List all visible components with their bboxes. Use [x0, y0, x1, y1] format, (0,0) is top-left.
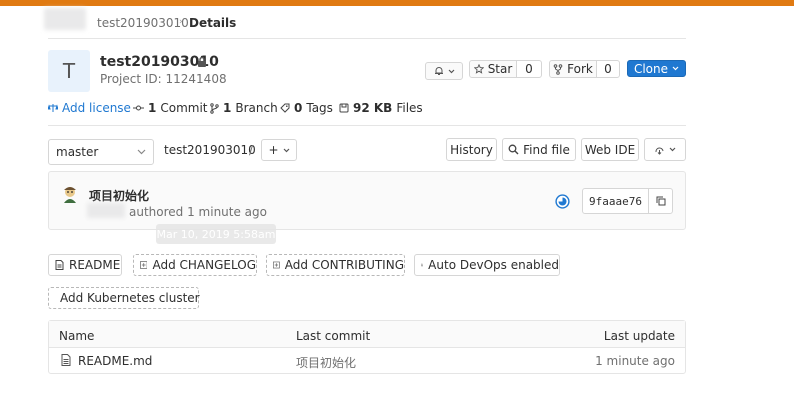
fork-count-value: 0 [604, 62, 612, 76]
commit-icon [133, 105, 144, 111]
clone-button[interactable]: Clone [627, 60, 686, 77]
history-label: History [450, 142, 493, 157]
tags-label: Tags [306, 101, 333, 115]
clone-label: Clone [633, 61, 669, 76]
fork-button[interactable]: Fork [549, 60, 597, 78]
chevron-down-icon [448, 69, 454, 73]
add-kubernetes-button[interactable]: Add Kubernetes cluster [48, 287, 200, 309]
project-avatar-letter: T [62, 59, 76, 83]
breadcrumb-current[interactable]: Details [189, 16, 236, 30]
commit-date-tooltip: Mar 10, 2019 5:58am [156, 224, 276, 244]
download-icon [655, 147, 664, 155]
copy-sha-button[interactable] [648, 188, 673, 214]
branches-count: 1 [223, 101, 232, 115]
branches-link[interactable]: 1 Branch [210, 101, 278, 115]
fork-count[interactable]: 0 [596, 60, 620, 78]
file-last-commit-link[interactable]: 项目初始化 [296, 354, 356, 371]
auto-devops-button[interactable]: Auto DevOps enabled [414, 254, 560, 276]
group-avatar-blurred[interactable] [44, 8, 86, 30]
commits-label: Commit [160, 101, 208, 115]
chevron-down-icon [672, 66, 679, 71]
add-contributing-button[interactable]: Add CONTRIBUTING [266, 254, 405, 276]
tag-icon [280, 103, 290, 113]
star-button[interactable]: Star [469, 60, 517, 78]
readme-label: README [69, 258, 121, 272]
repo-path-root[interactable]: test201903010 [164, 143, 256, 157]
download-dropdown[interactable] [644, 138, 686, 161]
add-changelog-button[interactable]: Add CHANGELOG [133, 254, 257, 276]
commit-author-blurred[interactable] [87, 203, 125, 218]
copy-icon [656, 196, 665, 206]
file-name-link[interactable]: README.md [78, 354, 152, 368]
plus-square-icon [140, 261, 148, 269]
add-license-label: Add license [62, 101, 131, 115]
branch-select[interactable]: master [48, 139, 154, 165]
fork-icon [553, 63, 563, 75]
find-file-button[interactable]: Find file [502, 138, 576, 161]
file-tree-table: Name Last commit Last update README.md 项… [48, 320, 686, 374]
project-id: Project ID: 11241408 [100, 72, 227, 86]
lock-icon [197, 56, 207, 68]
tags-count: 0 [294, 101, 303, 115]
commit-message[interactable]: 项目初始化 [89, 187, 149, 204]
column-header-last-commit: Last commit [296, 329, 371, 343]
file-last-update: 1 minute ago [595, 354, 675, 368]
web-ide-label: Web IDE [584, 142, 636, 157]
chevron-down-icon [669, 147, 676, 152]
history-button[interactable]: History [446, 138, 497, 161]
file-icon [61, 354, 71, 366]
add-file-label: + [268, 143, 279, 157]
file-icon [55, 260, 64, 270]
pipeline-status-icon[interactable] [555, 194, 570, 209]
files-label: Files [396, 101, 423, 115]
commit-date-tooltip-text: Mar 10, 2019 5:58am [156, 227, 276, 241]
commit-sha: 9faaae76 [589, 194, 642, 208]
add-kubernetes-label: Add Kubernetes cluster [60, 291, 200, 305]
add-changelog-label: Add CHANGELOG [152, 258, 256, 272]
repo-path-separator: / [249, 143, 254, 157]
star-count[interactable]: 0 [516, 60, 542, 78]
add-contributing-label: Add CONTRIBUTING [284, 258, 404, 272]
stats-divider [48, 125, 686, 126]
add-license-link[interactable]: Add license [48, 101, 131, 115]
readme-button[interactable]: README [48, 254, 122, 276]
chevron-down-icon [137, 149, 146, 155]
fork-label: Fork [567, 62, 593, 76]
branches-label: Branch [235, 101, 278, 115]
auto-devops-label: Auto DevOps enabled [428, 258, 559, 272]
project-avatar: T [48, 50, 90, 92]
file-icon [421, 263, 424, 267]
disk-icon [339, 103, 349, 113]
branch-icon [210, 102, 219, 114]
search-icon [508, 144, 519, 155]
web-ide-button[interactable]: Web IDE [581, 138, 639, 161]
breadcrumb-chevron-icon: › [179, 17, 183, 27]
star-icon [473, 64, 484, 74]
breadcrumb-divider [48, 38, 686, 39]
chevron-down-icon [283, 148, 289, 152]
breadcrumb-project[interactable]: test201903010 [97, 16, 189, 30]
plus-square-icon [273, 261, 280, 269]
column-header-name: Name [59, 329, 95, 343]
commit-sha-link[interactable]: 9faaae76 [582, 188, 649, 214]
commit-authored-time: authored 1 minute ago [129, 205, 267, 219]
tags-link[interactable]: 0 Tags [280, 101, 333, 115]
column-header-last-update: Last update [603, 329, 675, 343]
star-label: Star [487, 62, 513, 76]
commits-count: 1 [148, 101, 157, 115]
find-file-label: Find file [523, 142, 570, 157]
user-avatar-icon[interactable] [60, 184, 80, 204]
add-file-dropdown[interactable]: + [261, 139, 297, 161]
license-icon [48, 104, 58, 112]
notification-dropdown[interactable] [425, 62, 463, 80]
star-count-value: 0 [525, 62, 533, 76]
top-navbar-strip [0, 0, 794, 6]
files-size: 92 KB [353, 101, 393, 115]
bell-icon [434, 67, 443, 75]
branch-select-value: master [56, 145, 99, 159]
files-link[interactable]: 92 KB Files [339, 101, 423, 115]
commits-link[interactable]: 1 Commit [133, 101, 208, 115]
